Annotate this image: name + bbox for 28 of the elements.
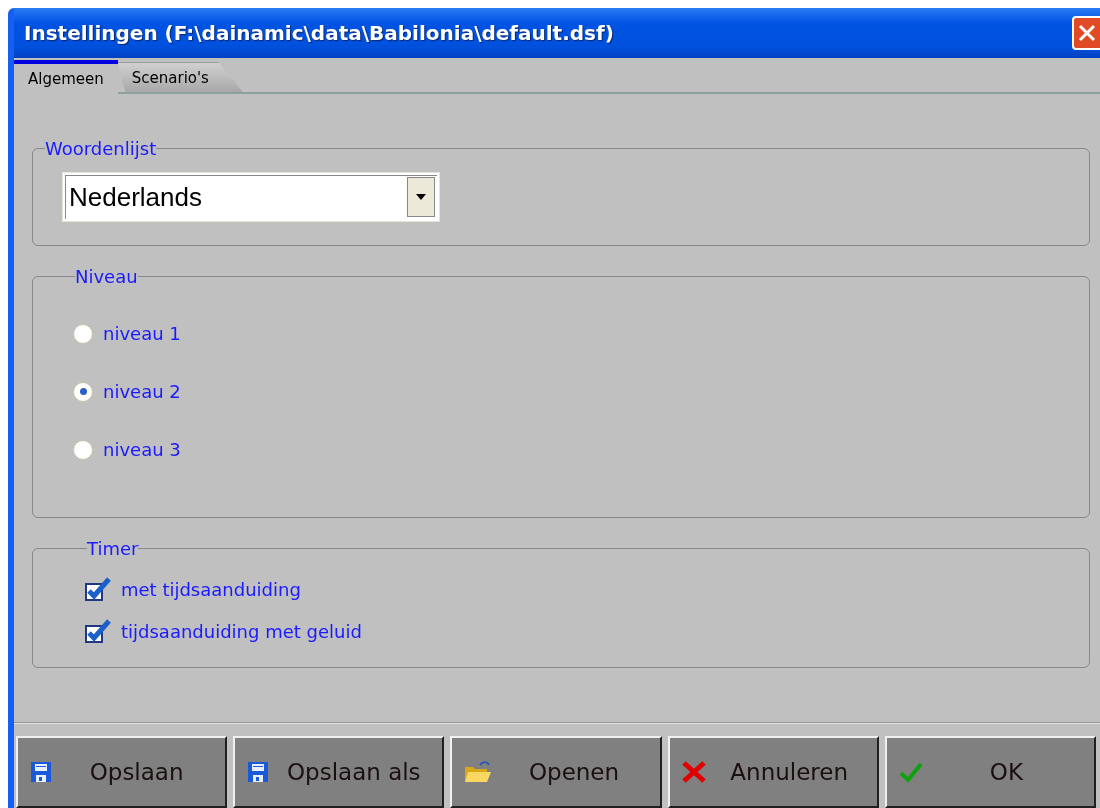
dialog-button[interactable]: OK [884,736,1096,808]
close-button[interactable] [1072,16,1100,50]
checkbox-label: tijdsaanduiding met geluid [121,620,362,642]
radio-label: niveau 3 [103,439,181,460]
group-label: Timer [87,538,139,559]
checkbox[interactable] [85,619,111,643]
tab[interactable]: Scenario's [117,62,243,92]
checkbox[interactable] [85,577,111,601]
dropdown-arrow-icon [416,194,426,200]
dialog-button[interactable]: Annuleren [667,736,879,808]
dropdown[interactable]: Nederlands [63,173,439,221]
radio-label: niveau 1 [103,323,181,344]
tab[interactable]: Algemeen [14,60,118,94]
checkbox-label: met tijdsaanduiding [121,578,301,600]
radio-button[interactable] [73,439,93,460]
radio-button[interactable] [73,381,93,402]
close-icon [1077,23,1097,43]
radio-button[interactable] [73,323,93,344]
group-label: Niveau [75,266,138,287]
dialog-button[interactable]: Opslaan [16,736,228,808]
cross-icon [681,761,706,783]
radio-label: niveau 2 [103,381,181,402]
dialog-button[interactable]: Openen [450,736,662,808]
dialog-button[interactable]: Opslaan als [233,736,445,808]
check-icon [898,761,923,783]
group-label: Woordenlijst [45,138,157,159]
window-title: Instellingen (F:\dainamic\data\Babilonia\default.dsf) [24,21,614,45]
folder-icon [464,760,493,784]
